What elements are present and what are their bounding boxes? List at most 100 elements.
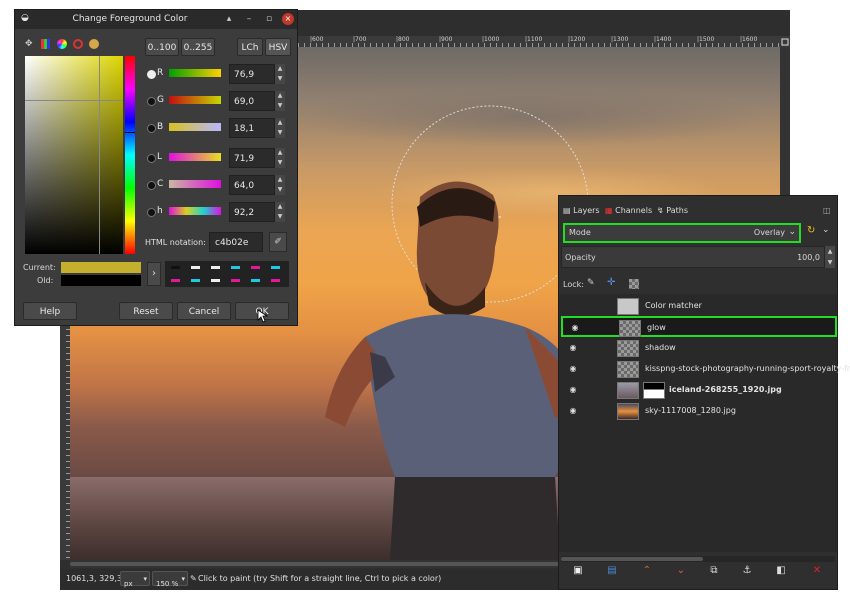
channel-radio[interactable]	[147, 70, 156, 79]
tab-channels[interactable]: ▦ Channels	[605, 202, 655, 220]
history-swatch[interactable]	[211, 279, 220, 282]
hsv-button[interactable]: HSV	[265, 38, 291, 56]
html-notation-input[interactable]: c4b02e	[209, 232, 263, 252]
new-layer-icon[interactable]: ▣	[571, 564, 585, 578]
spin-arrows-icon[interactable]: ▲ ▼	[275, 118, 285, 138]
unit-select[interactable]: px ▾	[120, 571, 150, 588]
reset-mode-icon[interactable]: ↻	[807, 225, 815, 236]
channel-value[interactable]: 71,9	[229, 148, 275, 168]
channel-slider[interactable]	[169, 123, 221, 131]
layer-row[interactable]: ◉ iceland-268255_1920.jpg	[561, 380, 837, 401]
eye-icon[interactable]: ◉	[567, 407, 579, 415]
hue-strip[interactable]	[125, 56, 135, 254]
channel-row-r[interactable]: R 76,9 ▲ ▼	[147, 64, 287, 86]
shade-icon[interactable]: ▴	[223, 13, 235, 25]
channel-row-c[interactable]: C 64,0 ▲ ▼	[147, 175, 287, 197]
history-swatch[interactable]	[171, 279, 180, 282]
layer-row[interactable]: ◉ sky-1117008_1280.jpg	[561, 401, 837, 422]
triangle-icon[interactable]	[73, 39, 83, 49]
close-icon[interactable]: ×	[282, 13, 294, 25]
channel-row-h[interactable]: h 92,2 ▲ ▼	[147, 202, 287, 224]
history-swatch[interactable]	[231, 279, 240, 282]
eyedropper-icon[interactable]: ✐	[269, 232, 287, 252]
range-0-100-button[interactable]: 0..100	[145, 38, 179, 56]
history-swatch[interactable]	[191, 279, 200, 282]
raise-layer-icon[interactable]: ⌃	[640, 564, 654, 578]
spin-arrows-icon[interactable]: ▲ ▼	[275, 91, 285, 111]
channel-row-b[interactable]: B 18,1 ▲ ▼	[147, 118, 287, 140]
chevron-down-icon[interactable]: ⌄	[822, 225, 830, 235]
history-swatch[interactable]	[271, 279, 280, 282]
spin-arrows-icon[interactable]: ▲ ▼	[275, 175, 285, 195]
channel-slider[interactable]	[169, 69, 221, 77]
history-swatch[interactable]	[251, 266, 260, 269]
history-swatch[interactable]	[171, 266, 180, 269]
mode-select[interactable]: Mode Overlay ⌄	[563, 223, 801, 243]
dock-menu-icon[interactable]: ◫	[823, 206, 831, 215]
eye-icon[interactable]: ◉	[567, 344, 579, 352]
lch-button[interactable]: LCh	[237, 38, 263, 56]
spin-arrows-icon[interactable]: ▲ ▼	[825, 246, 835, 268]
channel-radio[interactable]	[147, 208, 156, 217]
maximize-icon[interactable]: ▫	[263, 13, 275, 25]
reset-button[interactable]: Reset	[119, 302, 173, 320]
add-to-history-button[interactable]: ›	[147, 262, 161, 286]
range-0-255-button[interactable]: 0..255	[181, 38, 215, 56]
history-swatch[interactable]	[271, 266, 280, 269]
channel-radio[interactable]	[147, 124, 156, 133]
layer-row-selected[interactable]: ◉ glow	[561, 316, 837, 337]
minimize-icon[interactable]: –	[243, 13, 255, 25]
duplicate-layer-icon[interactable]: ⧉	[707, 564, 721, 578]
tab-paths[interactable]: ↯ Paths	[657, 202, 701, 220]
scales-icon[interactable]	[41, 39, 50, 49]
dialog-titlebar[interactable]: ◒ Change Foreground Color ▴ – ▫ ×	[15, 10, 297, 29]
layer-mask-thumbnail[interactable]	[643, 382, 665, 399]
layer-row[interactable]: ◉ kisspng-stock-photography-running-spor…	[561, 359, 850, 380]
eye-icon[interactable]: ◉	[569, 324, 581, 332]
spin-arrows-icon[interactable]: ▲ ▼	[275, 148, 285, 168]
spin-arrows-icon[interactable]: ▲ ▼	[275, 64, 285, 84]
channel-radio[interactable]	[147, 154, 156, 163]
new-layer-group-icon[interactable]: ▤	[605, 564, 619, 578]
picker-icon[interactable]: ✥	[25, 39, 33, 49]
help-button[interactable]: Help	[23, 302, 77, 320]
history-swatch[interactable]	[231, 266, 240, 269]
channel-slider[interactable]	[169, 207, 221, 215]
channel-slider[interactable]	[169, 153, 221, 161]
channel-value[interactable]: 18,1	[229, 118, 275, 138]
layer-row[interactable]: Color matcher	[561, 296, 837, 317]
saturation-value-area[interactable]	[25, 56, 123, 254]
cancel-button[interactable]: Cancel	[177, 302, 231, 320]
layer-row[interactable]: ◉ shadow	[561, 338, 837, 359]
watercolor-icon[interactable]	[89, 39, 99, 49]
opacity-slider[interactable]: Opacity 100,0	[561, 246, 825, 268]
delete-layer-icon[interactable]: ✕	[810, 564, 824, 578]
scrollbar-thumb[interactable]	[561, 557, 703, 561]
mask-layer-icon[interactable]: ◧	[774, 564, 788, 578]
lock-alpha-icon[interactable]	[629, 279, 639, 289]
eye-icon[interactable]: ◉	[567, 365, 579, 373]
channel-slider[interactable]	[169, 180, 221, 188]
tab-layers[interactable]: ▤ Layers	[563, 202, 603, 220]
history-swatch[interactable]	[211, 266, 220, 269]
layer-list-hscroll[interactable]	[561, 556, 835, 562]
eye-icon[interactable]: ◉	[567, 386, 579, 394]
zoom-select[interactable]: 150 % ▾	[152, 571, 188, 588]
lock-position-icon[interactable]: ✛	[607, 277, 615, 288]
channel-value[interactable]: 64,0	[229, 175, 275, 195]
history-swatch[interactable]	[251, 279, 260, 282]
wheel-icon[interactable]	[57, 39, 67, 49]
anchor-layer-icon[interactable]: ⚓	[740, 564, 754, 578]
nav-corner[interactable]	[780, 36, 790, 47]
channel-value[interactable]: 69,0	[229, 91, 275, 111]
history-swatch[interactable]	[191, 266, 200, 269]
channel-row-g[interactable]: G 69,0 ▲ ▼	[147, 91, 287, 113]
channel-radio[interactable]	[147, 97, 156, 106]
channel-row-l[interactable]: L 71,9 ▲ ▼	[147, 148, 287, 170]
channel-value[interactable]: 92,2	[229, 202, 275, 222]
channel-radio[interactable]	[147, 181, 156, 190]
channel-slider[interactable]	[169, 96, 221, 104]
lower-layer-icon[interactable]: ⌄	[674, 564, 688, 578]
lock-pixels-icon[interactable]: ✎	[587, 278, 595, 288]
channel-value[interactable]: 76,9	[229, 64, 275, 84]
